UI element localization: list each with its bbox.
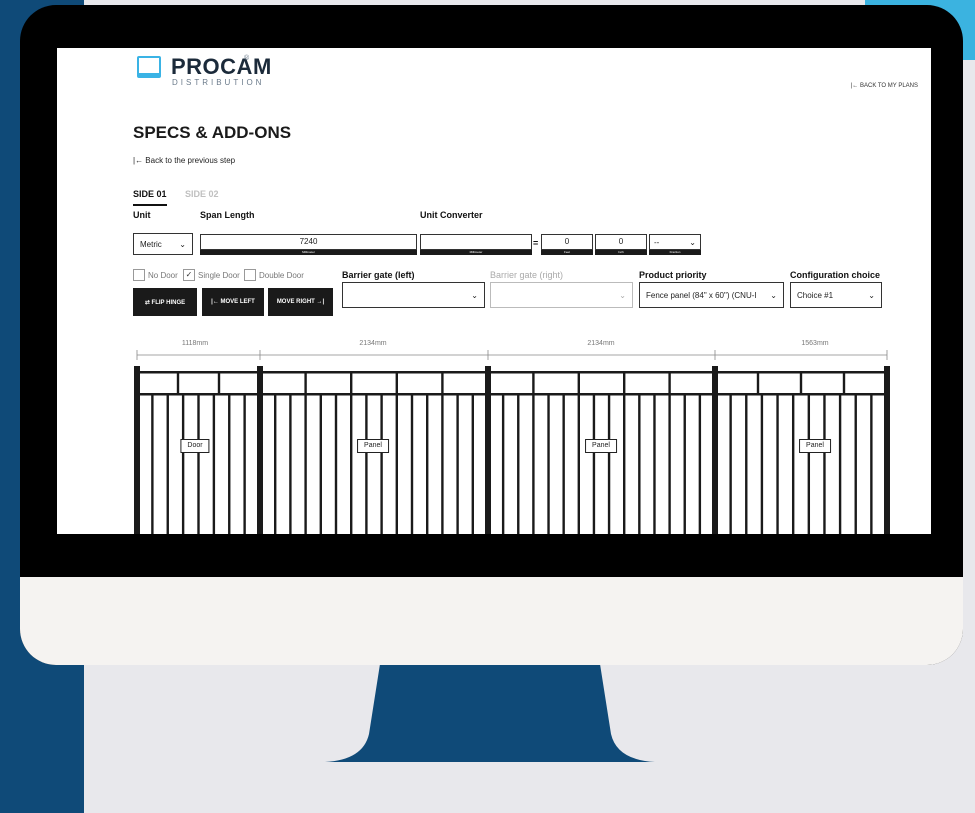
fence-picket — [410, 393, 414, 534]
fence-picket — [471, 393, 474, 534]
fence-picket — [776, 393, 779, 534]
fence-picket — [304, 393, 307, 534]
fence-picket — [395, 393, 398, 534]
fence-picket — [517, 393, 520, 534]
fence-upper-picket — [756, 371, 760, 393]
fence-picket — [532, 393, 535, 534]
fence-upper-picket — [799, 371, 803, 393]
fence-picket — [838, 393, 842, 534]
fence-picket — [212, 393, 216, 534]
monitor-chin — [20, 577, 963, 665]
section-tag-panel-2[interactable]: Panel — [585, 439, 617, 453]
fence-picket — [653, 393, 656, 534]
dimension-label-4: 1563mm — [801, 340, 829, 347]
fence-picket — [668, 393, 671, 534]
fence-picket — [166, 393, 169, 534]
fence-post — [257, 366, 263, 534]
fence-picket — [823, 393, 826, 534]
fence-picket — [319, 393, 322, 534]
fence-upper-picket — [350, 371, 353, 393]
dimension-label-2: 2134mm — [359, 340, 387, 347]
fence-upper-picket — [217, 371, 221, 393]
monitor-stand — [325, 664, 655, 762]
fence-picket — [197, 393, 200, 534]
fence-picket — [623, 393, 626, 534]
fence-picket — [870, 393, 873, 534]
section-tag-panel-1[interactable]: Panel — [357, 439, 389, 453]
fence-picket — [289, 393, 292, 534]
fence-picket — [547, 393, 550, 534]
fence-picket — [729, 393, 732, 534]
fence-upper-picket — [395, 371, 398, 393]
fence-picket — [607, 393, 611, 534]
fence-picket — [592, 393, 596, 534]
fence-picket — [334, 393, 338, 534]
app-screen: PROCAM ® DISTRIBUTION |← BACK TO MY PLAN… — [57, 48, 931, 534]
fence-post — [134, 366, 140, 534]
fence-picket — [807, 393, 811, 534]
fence-picket — [228, 393, 231, 534]
fence-picket — [501, 393, 505, 534]
fence-picket — [365, 393, 368, 534]
fence-picket — [181, 393, 185, 534]
fence-picket — [760, 393, 764, 534]
fence-picket — [683, 393, 686, 534]
fence-upper-picket — [304, 371, 307, 393]
fence-mid-rail — [137, 393, 887, 396]
monitor: PROCAM ® DISTRIBUTION |← BACK TO MY PLAN… — [20, 5, 963, 665]
fence-upper-picket — [623, 371, 626, 393]
fence-picket — [745, 393, 748, 534]
fence-upper-picket — [842, 371, 846, 393]
fence-picket — [456, 393, 459, 534]
fence-picket — [854, 393, 857, 534]
fence-drawing — [134, 350, 890, 534]
fence-picket — [638, 393, 641, 534]
fence-post — [485, 366, 491, 534]
fence-top-rail — [137, 371, 887, 374]
section-tag-panel-3[interactable]: Panel — [799, 439, 831, 453]
fence-upper-picket — [668, 371, 671, 393]
fence-post — [712, 366, 718, 534]
section-tag-door[interactable]: Door — [180, 439, 210, 453]
fence-post — [884, 366, 890, 534]
fence-picket — [577, 393, 580, 534]
fence-picket — [151, 393, 154, 534]
fence-upper-picket — [441, 371, 444, 393]
fence-picket — [274, 393, 277, 534]
fence-picket — [791, 393, 795, 534]
dimension-label-1: 1118mm — [181, 340, 209, 347]
fence-picket — [441, 393, 444, 534]
fence-picket — [562, 393, 565, 534]
fence-picket — [243, 393, 246, 534]
fence-picket — [426, 393, 429, 534]
dimension-label-3: 2134mm — [587, 340, 615, 347]
fence-picket — [380, 393, 383, 534]
fence-upper-picket — [577, 371, 580, 393]
fence-picket — [698, 393, 702, 534]
fence-picket — [350, 393, 353, 534]
fence-upper-picket — [532, 371, 535, 393]
fence-upper-picket — [176, 371, 180, 393]
